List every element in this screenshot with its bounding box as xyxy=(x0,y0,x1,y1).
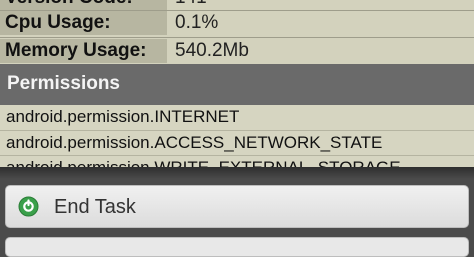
memory-label: Memory Usage: xyxy=(0,39,167,63)
action-bar: End Task xyxy=(0,167,474,257)
row-divider xyxy=(0,37,474,38)
end-task-label: End Task xyxy=(54,196,136,218)
next-action-button[interactable] xyxy=(5,237,469,257)
process-info-table: Version Code: 141 Cpu Usage: 0.1% Memory… xyxy=(0,0,474,64)
bar-shadow xyxy=(0,167,474,179)
end-task-icon xyxy=(18,196,39,217)
memory-value: 540.2Mb xyxy=(175,40,249,61)
memory-row: Memory Usage: 540.2Mb xyxy=(0,39,474,63)
permission-item: android.permission.WRITE_EXTERNAL_STORAG… xyxy=(6,157,401,167)
end-task-button[interactable]: End Task xyxy=(5,185,469,228)
cpu-row: Cpu Usage: 0.1% xyxy=(0,11,474,35)
permissions-header: Permissions xyxy=(0,64,474,105)
version-label: Version Code: xyxy=(0,0,167,10)
version-value: 141 xyxy=(175,0,207,10)
permission-item: android.permission.ACCESS_NETWORK_STATE xyxy=(6,133,383,152)
permissions-title: Permissions xyxy=(7,73,120,94)
version-row: Version Code: 141 xyxy=(0,0,474,10)
permissions-list[interactable]: android.permission.INTERNET android.perm… xyxy=(0,105,474,167)
cpu-label: Cpu Usage: xyxy=(0,11,167,35)
list-divider xyxy=(0,130,474,131)
list-divider xyxy=(0,155,474,156)
permission-item: android.permission.INTERNET xyxy=(6,107,240,126)
cpu-value: 0.1% xyxy=(175,12,219,33)
